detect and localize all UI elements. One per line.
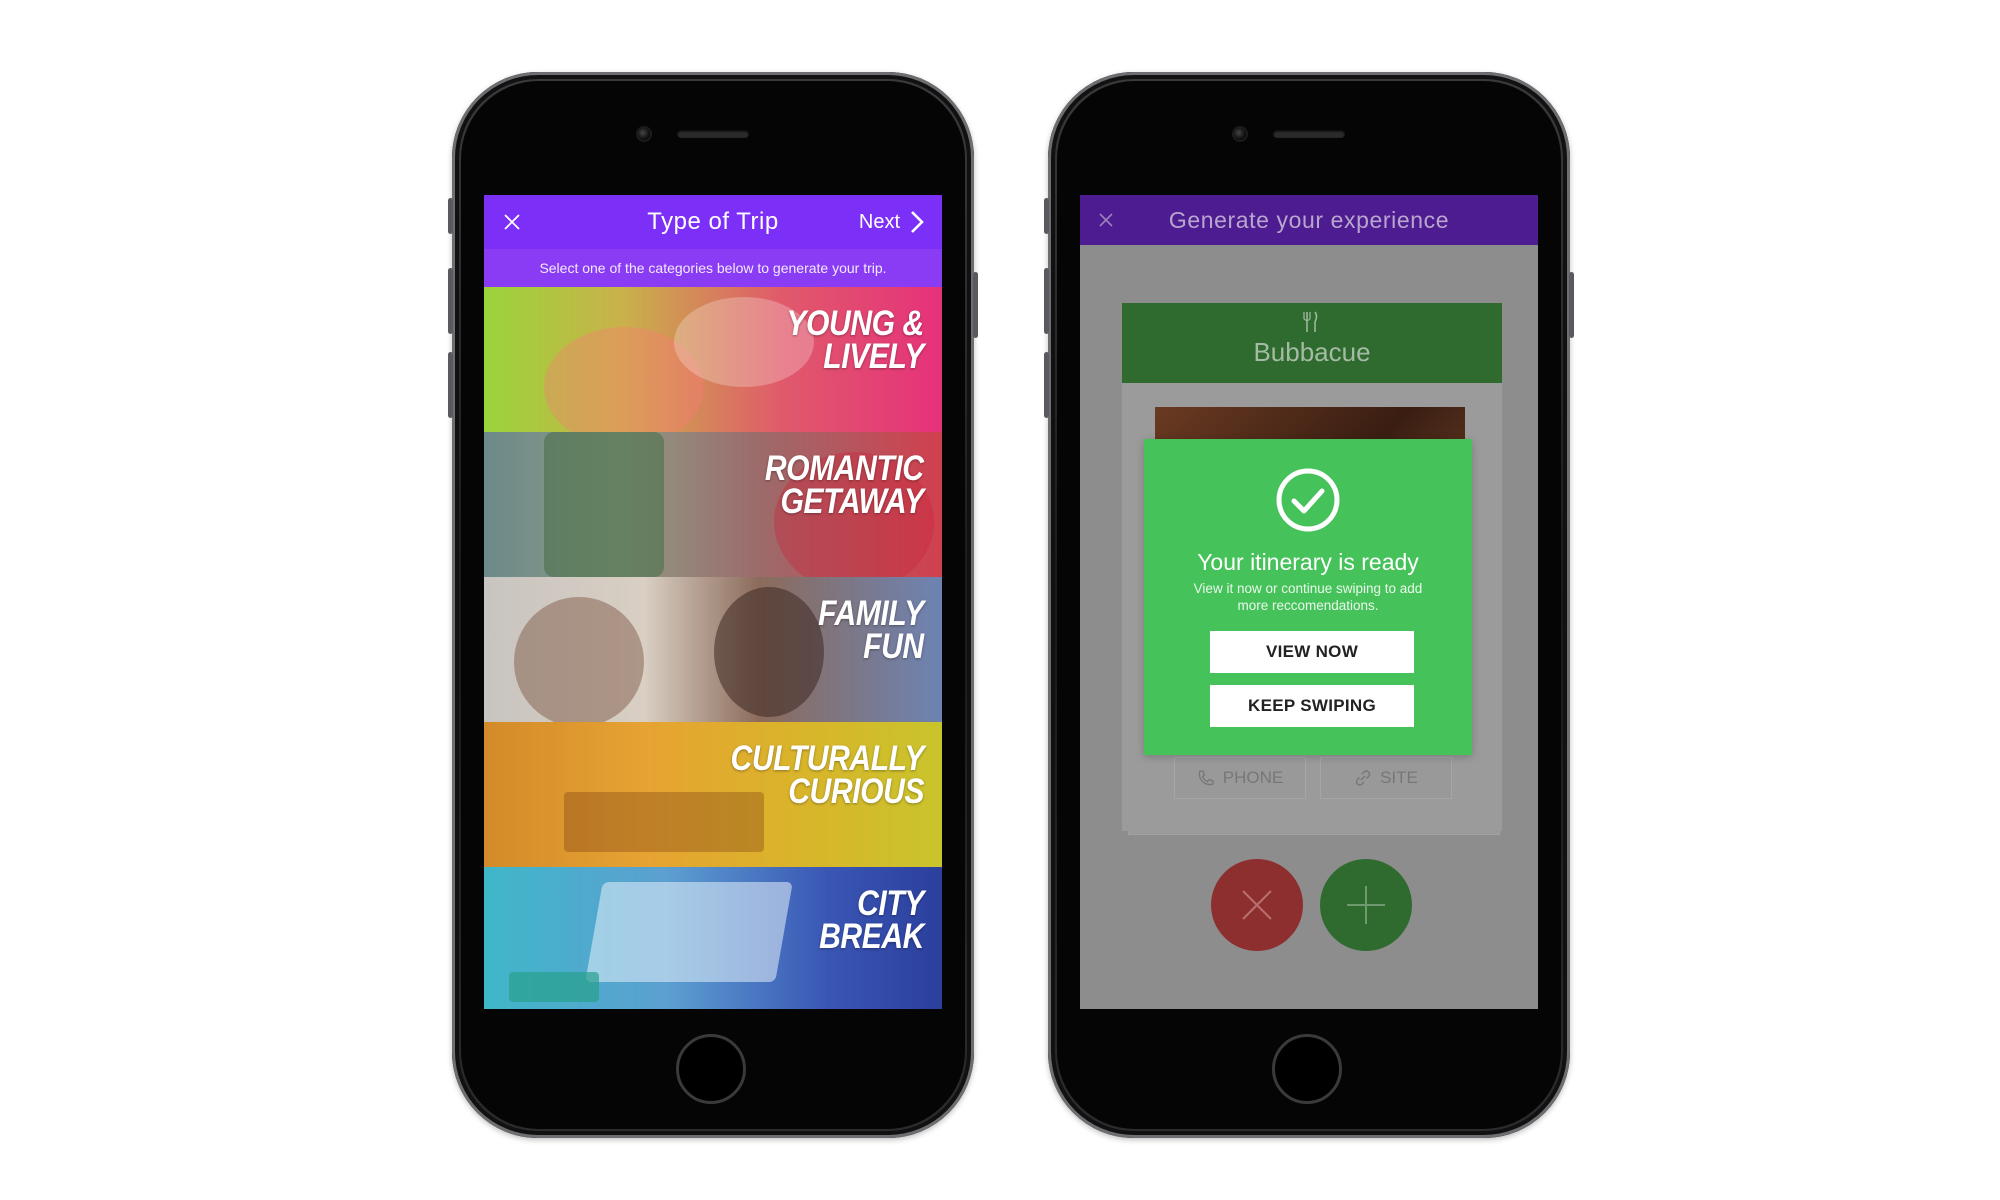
link-icon	[1355, 770, 1371, 786]
photo-texture	[585, 882, 793, 982]
top-bar: Generate your experience	[1080, 195, 1538, 245]
modal-subtext: View it now or continue swiping to add m…	[1193, 581, 1423, 613]
category-family-fun[interactable]: FAMILY FUN	[484, 577, 942, 722]
phone-icon	[1198, 770, 1214, 786]
front-camera-icon	[638, 128, 650, 140]
home-button[interactable]	[676, 1034, 746, 1104]
volume-up-button	[448, 268, 453, 334]
left-phone: Type of Trip Next Select one of the cate…	[448, 72, 978, 1138]
category-culturally-curious[interactable]: CULTURALLY CURIOUS	[484, 722, 942, 867]
next-button[interactable]: Next	[859, 195, 924, 249]
view-now-button[interactable]: VIEW NOW	[1210, 631, 1414, 673]
instruction-text: Select one of the categories below to ge…	[484, 249, 942, 287]
chevron-right-icon	[911, 211, 924, 233]
earpiece-speaker	[1273, 130, 1345, 138]
phone-label: PHONE	[1222, 768, 1284, 787]
earpiece-speaker	[677, 130, 749, 138]
photo-texture	[514, 597, 644, 722]
power-button	[1569, 272, 1574, 338]
plus-icon	[1347, 886, 1385, 924]
photo-texture	[714, 587, 824, 717]
photo-texture	[544, 432, 664, 577]
mute-switch	[1044, 198, 1049, 234]
home-button[interactable]	[1272, 1034, 1342, 1104]
mute-switch	[448, 198, 453, 234]
checkmark-circle-icon	[1276, 468, 1340, 532]
fork-knife-icon	[1303, 311, 1318, 332]
category-young-lively[interactable]: YOUNG & LIVELY	[484, 287, 942, 432]
venue-header: Bubbacue	[1122, 303, 1502, 383]
close-icon	[1242, 890, 1272, 920]
power-button	[973, 272, 978, 338]
next-label: Next	[858, 211, 900, 233]
front-camera-icon	[1234, 128, 1246, 140]
volume-up-button	[1044, 268, 1049, 334]
keep-swiping-button[interactable]: KEEP SWIPING	[1210, 685, 1414, 727]
left-screen: Type of Trip Next Select one of the cate…	[484, 195, 942, 1009]
category-label: YOUNG & LIVELY	[786, 304, 925, 376]
volume-down-button	[448, 352, 453, 418]
site-button[interactable]: SITE	[1320, 757, 1452, 799]
category-romantic-getaway[interactable]: ROMANTIC GETAWAY	[484, 432, 942, 577]
modal-heading: Your itinerary is ready	[1197, 549, 1419, 575]
category-label: CULTURALLY CURIOUS	[730, 739, 924, 811]
category-label: FAMILY FUN	[818, 594, 924, 666]
itinerary-ready-modal: Your itinerary is ready View it now or c…	[1144, 439, 1472, 755]
page-title: Generate your experience	[1168, 207, 1450, 233]
category-label: ROMANTIC GETAWAY	[765, 449, 924, 521]
site-label: SITE	[1380, 768, 1418, 787]
category-label: CITY BREAK	[819, 884, 924, 956]
right-screen: Generate your experience Bubbacue PHONE …	[1080, 195, 1538, 1009]
phone-button[interactable]: PHONE	[1174, 757, 1306, 799]
add-button[interactable]	[1320, 859, 1412, 951]
volume-down-button	[1044, 352, 1049, 418]
venue-name: Bubbacue	[1253, 337, 1371, 367]
reject-button[interactable]	[1211, 859, 1303, 951]
category-city-break[interactable]: CITY BREAK	[484, 867, 942, 1009]
photo-texture	[509, 972, 599, 1002]
right-phone: Generate your experience Bubbacue PHONE …	[1044, 72, 1574, 1138]
top-bar: Type of Trip Next	[484, 195, 942, 249]
